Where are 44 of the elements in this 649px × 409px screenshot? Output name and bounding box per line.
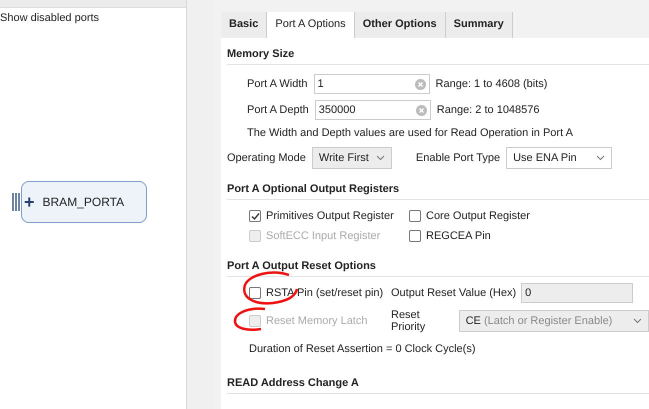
field-label: Operating Mode bbox=[227, 152, 306, 164]
checkbox-label: Reset Memory Latch bbox=[266, 315, 368, 327]
clear-icon[interactable] bbox=[416, 104, 427, 116]
info-text: Duration of Reset Assertion = 0 Clock Cycle(s) bbox=[249, 342, 477, 355]
field-label: Port A Depth bbox=[247, 104, 309, 116]
checkbox[interactable] bbox=[409, 230, 421, 242]
checkbox-label: SoftECC Input Register bbox=[266, 230, 380, 242]
clear-icon[interactable] bbox=[414, 78, 426, 90]
section-title: Port A Output Reset Options bbox=[227, 260, 649, 277]
chevron-down-icon bbox=[596, 155, 606, 161]
operating-mode-dropdown[interactable]: Write First bbox=[312, 147, 392, 169]
tab[interactable]: Summary bbox=[446, 12, 513, 38]
section-title: Port A Optional Output Registers bbox=[227, 183, 649, 200]
expand-icon[interactable]: + bbox=[24, 192, 35, 212]
field-label: Port A Width bbox=[247, 78, 308, 90]
tab[interactable]: Other Options bbox=[354, 12, 446, 38]
tab[interactable]: Basic bbox=[221, 12, 268, 38]
input-field[interactable]: 0 bbox=[521, 283, 634, 303]
range-text: Range: 2 to 1048576 bbox=[436, 104, 540, 116]
checkbox[interactable] bbox=[409, 210, 421, 222]
tab[interactable]: Port A Options bbox=[267, 12, 355, 38]
checkbox-label: Primitives Output Register bbox=[266, 210, 394, 222]
enable-port-type-dropdown[interactable]: Use ENA Pin bbox=[506, 147, 612, 169]
checkbox[interactable] bbox=[249, 210, 261, 222]
port-label: BRAM_PORTA bbox=[42, 195, 124, 209]
field-label: Reset Priority bbox=[391, 309, 426, 333]
chevron-down-icon bbox=[376, 155, 385, 161]
field-label: Enable Port Type bbox=[416, 152, 500, 164]
bus-pin-icon bbox=[12, 193, 20, 211]
splitter-bar[interactable] bbox=[187, 0, 215, 409]
range-text: Range: 1 to 4608 (bits) bbox=[436, 78, 548, 90]
section-title: Memory Size bbox=[227, 48, 649, 65]
section-title: READ Address Change A bbox=[227, 377, 649, 394]
checkbox-label: RSTA Pin (set/reset pin) bbox=[266, 287, 384, 299]
checkbox-label: REGCEA Pin bbox=[426, 230, 491, 242]
checkbox-label: Core Output Register bbox=[426, 210, 530, 222]
info-text: The Width and Depth values are used for Read Operation in Port A bbox=[247, 127, 573, 139]
input-field[interactable]: 350000 bbox=[314, 100, 431, 120]
port-block[interactable]: + BRAM_PORTA bbox=[21, 181, 147, 223]
field-label: Output Reset Value (Hex) bbox=[391, 287, 516, 299]
chevron-down-icon bbox=[633, 318, 642, 324]
checkbox[interactable] bbox=[249, 287, 261, 299]
input-field[interactable]: 1 bbox=[314, 74, 430, 94]
show-disabled-ports-label: Show disabled ports bbox=[0, 11, 100, 24]
